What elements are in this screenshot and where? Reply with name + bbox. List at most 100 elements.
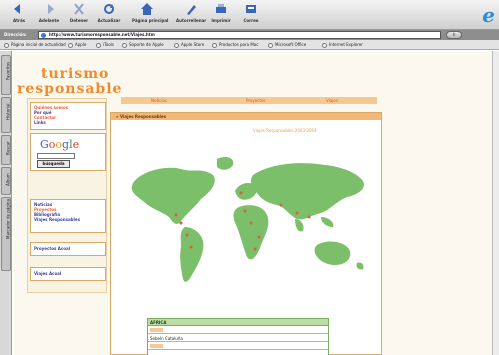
nav-item[interactable]: Noticias	[151, 98, 167, 103]
nav-item[interactable]: Proyectos	[246, 98, 265, 103]
refresh-button[interactable]: Actualizar	[94, 3, 124, 27]
autofill-pen-icon	[187, 5, 196, 15]
vertical-scrollbar[interactable]	[492, 51, 499, 355]
back-arrow-icon	[14, 4, 20, 14]
sidebar-link[interactable]: Links	[34, 120, 102, 125]
site-logo-line1[interactable]: turismo	[41, 66, 109, 82]
address-bar: Dirección: http://www.turismoresponsable…	[0, 30, 499, 40]
print-button[interactable]: Imprimir	[206, 3, 236, 27]
google-search-input[interactable]	[37, 153, 75, 159]
sidebar-link[interactable]: Viajes Acoal	[34, 271, 102, 276]
tab-favorites[interactable]: Favoritos	[1, 55, 11, 95]
favorite-link[interactable]: Internet Explorer	[322, 42, 363, 48]
sidebar-trips-box: Viajes Acoal	[30, 267, 106, 281]
tab-label: Buscar	[5, 141, 11, 155]
refresh-label: Actualizar	[97, 18, 121, 23]
mail-button[interactable]: Correo	[236, 3, 266, 27]
url-field[interactable]: http://www.turismoresponsable.net/Viajes…	[38, 31, 441, 39]
site-sidebar: Quiénes somos Por qué Contactar Links Go…	[27, 98, 107, 293]
favorite-icon	[212, 42, 217, 48]
site-logo-line2[interactable]: responsable	[17, 81, 122, 97]
table-cell-highlight	[150, 328, 163, 332]
home-label: Página principal	[132, 18, 169, 23]
address-label: Dirección:	[4, 32, 27, 37]
printer-icon	[216, 4, 226, 13]
nav-item[interactable]: Viajes	[326, 98, 338, 103]
table-cell-highlight	[150, 344, 163, 348]
web-page-viewport: turismo responsable Noticias Proyectos V…	[13, 51, 492, 355]
url-text: http://www.turismoresponsable.net/Viajes…	[49, 32, 155, 37]
favorite-link[interactable]: Apple	[68, 42, 86, 48]
tab-label: Álbum	[5, 173, 11, 186]
print-label: Imprimir	[211, 18, 231, 23]
sidebar-menu-box: Quiénes somos Por qué Contactar Links	[30, 102, 106, 130]
world-map-image[interactable]	[121, 153, 373, 298]
home-button[interactable]: Página principal	[132, 3, 169, 27]
favorite-link[interactable]: Productos para Mac	[212, 42, 258, 48]
back-label: Atrás	[12, 18, 26, 23]
favorite-label: Apple	[75, 42, 87, 47]
table-row[interactable]	[148, 327, 328, 334]
favorite-label: Productos para Mac	[219, 42, 259, 47]
internet-explorer-logo-icon: e	[482, 3, 495, 27]
tab-history[interactable]: Historial	[1, 97, 11, 133]
favorite-label: Microsoft Office	[275, 42, 307, 47]
google-search-box: Google búsqueda	[30, 133, 106, 171]
refresh-icon	[104, 4, 114, 14]
mail-icon	[246, 5, 256, 13]
tab-scrapbook[interactable]: Álbum	[1, 167, 11, 195]
favorite-label: Apple Store	[181, 42, 205, 47]
map-continents	[131, 157, 364, 282]
sidebar-link[interactable]: Proyectos Acoal	[34, 246, 102, 251]
stop-button[interactable]: Detener	[64, 3, 94, 27]
google-logo-icon: Google	[40, 138, 80, 151]
table-row[interactable]: Sebeln Cataluña	[148, 335, 328, 342]
sidebar-link[interactable]: Viajes Responsables	[34, 217, 102, 222]
favorite-icon	[96, 42, 101, 48]
main-content-panel: » Viajes Responsables Viajes Responsable…	[110, 112, 382, 355]
favorite-label: Internet Explorer	[329, 42, 363, 47]
favorites-bar: Página inicial de actualidad Apple iTool…	[0, 40, 499, 50]
forward-arrow-icon	[48, 4, 54, 14]
favorite-label: iTools	[103, 42, 114, 47]
favorite-link[interactable]: Microsoft Office	[268, 42, 306, 48]
favorite-label: Soporte de Apple	[129, 42, 164, 47]
favorite-label: Página inicial de actualidad	[11, 42, 66, 47]
forward-label: Adelante	[38, 18, 60, 23]
page-favicon-icon	[41, 33, 46, 38]
favorite-link[interactable]: Soporte de Apple	[122, 42, 164, 48]
browser-toolbar: Atrás Adelante Detener Actualizar Página…	[0, 0, 499, 30]
mail-label: Correo	[243, 18, 259, 23]
tab-page-holder[interactable]: Marcador de página	[1, 197, 11, 271]
favorite-icon	[4, 42, 9, 48]
back-button[interactable]: Atrás	[4, 3, 34, 27]
home-icon	[141, 3, 153, 15]
favorite-link[interactable]: Página inicial de actualidad	[4, 42, 66, 48]
favorite-icon	[322, 42, 327, 48]
sidebar-projects-box: Proyectos Acoal	[30, 242, 106, 256]
google-search-button[interactable]: búsqueda	[37, 160, 70, 168]
stop-label: Detener	[69, 18, 89, 23]
table-cell: Sebeln Cataluña	[150, 336, 183, 341]
trips-table: AFRICA Sebeln Cataluña	[147, 318, 329, 355]
main-header-title: » Viajes Responsables	[116, 114, 166, 119]
site-top-nav: Noticias Proyectos Viajes	[121, 97, 377, 104]
region-label: AFRICA	[150, 320, 167, 325]
sidebar-sections-box: Noticias Proyectos Bibliografía Viajes R…	[30, 199, 106, 233]
tab-label: Historial	[5, 103, 11, 120]
tab-label: Favoritos	[5, 61, 11, 80]
favorite-icon	[174, 42, 179, 48]
favorite-link[interactable]: iTools	[96, 42, 114, 48]
main-subtitle: Viajes Responsables 2003-2004	[253, 128, 317, 133]
main-header-bar: » Viajes Responsables	[111, 113, 381, 120]
trips-table-region-header: AFRICA	[148, 319, 328, 326]
tab-search[interactable]: Buscar	[1, 135, 11, 165]
forward-button[interactable]: Adelante	[34, 3, 64, 27]
favorite-icon	[68, 42, 73, 48]
explorer-bar-tabs: Favoritos Historial Buscar Álbum Marcado…	[0, 51, 12, 355]
table-row[interactable]	[148, 343, 328, 350]
autofill-button[interactable]: Autorrellenar	[176, 3, 206, 27]
favorite-link[interactable]: Apple Store	[174, 42, 204, 48]
go-button[interactable]: Ir	[446, 31, 462, 39]
autofill-label: Autorrellenar	[176, 18, 207, 23]
